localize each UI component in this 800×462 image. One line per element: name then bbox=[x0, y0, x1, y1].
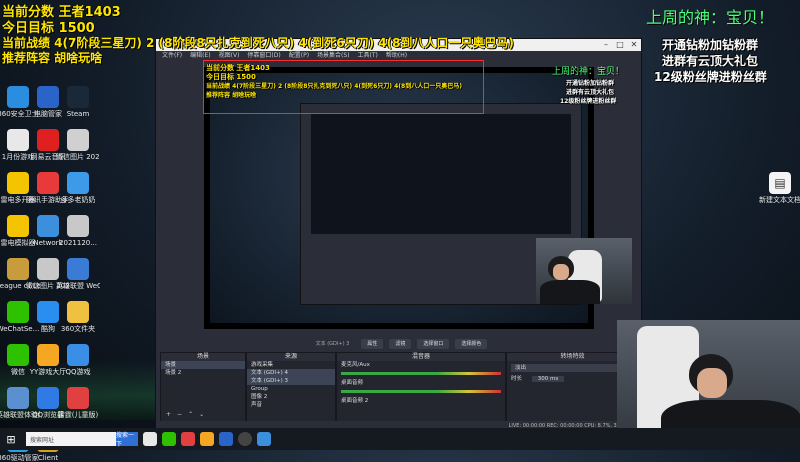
search-input[interactable]: 搜索网址 bbox=[26, 432, 116, 446]
close-icon[interactable]: ✕ bbox=[627, 39, 641, 51]
desktop-icon-label: 多多老奶奶 bbox=[60, 196, 96, 204]
scene-item[interactable]: 场景 2 bbox=[161, 369, 245, 377]
desktop-icon[interactable]: Steam bbox=[56, 86, 100, 118]
desktop-icon-label: 雷霆(儿童版) bbox=[57, 411, 99, 419]
app-icon[interactable] bbox=[257, 432, 271, 446]
recommend-text: 推荐阵容 胡啥玩啥 bbox=[2, 51, 103, 65]
scenes-dock: 场景 场景 场景 2 + − ⌃ ⌄ bbox=[160, 352, 246, 422]
desktop-icon-label: 2021120... bbox=[59, 239, 97, 247]
selected-source-label: 文本 (GDI+) 3 bbox=[315, 341, 350, 347]
text-file-icon[interactable]: ▤ 新建文本文档 bbox=[758, 172, 800, 204]
desktop-icon-label: 英雄联盟 WeGame版 bbox=[56, 282, 100, 290]
source-item[interactable]: 文本 (GDI+) 3 bbox=[247, 377, 335, 385]
desktop-icon[interactable]: QQ游戏 bbox=[56, 344, 100, 376]
webcam-small bbox=[536, 238, 632, 304]
source-item[interactable]: Group bbox=[247, 385, 335, 393]
audio-meter bbox=[341, 372, 501, 375]
audio-meter bbox=[341, 390, 501, 393]
preview-fan-line: 开通钻粉加钻粉群 bbox=[566, 80, 615, 87]
app-icon bbox=[67, 387, 89, 409]
image-file-icon bbox=[67, 215, 89, 237]
sources-dock: 来源 游戏采集 文本 (GDI+) 4 文本 (GDI+) 3 Group 图像… bbox=[246, 352, 336, 422]
preview-fan-line: 进群有云顶大礼包 bbox=[566, 89, 615, 96]
mixer-title: 混音器 bbox=[337, 353, 505, 361]
app-icon bbox=[67, 172, 89, 194]
source-item[interactable]: 图像 2 bbox=[247, 393, 335, 401]
fan-line: 进群有云顶大礼包 bbox=[662, 54, 759, 68]
preview-recommend-text: 推荐阵容 胡啥玩啥 bbox=[206, 92, 257, 99]
desktop-icon[interactable]: 2021120... bbox=[56, 215, 100, 247]
desktop-icon-label: QQ游戏 bbox=[65, 368, 91, 376]
obs-menu-item[interactable]: 文件(F) bbox=[162, 51, 182, 61]
wechat-icon[interactable] bbox=[162, 432, 176, 446]
duration-input[interactable]: 300 ms bbox=[531, 376, 565, 382]
god-text: 上周的神：宝贝！ bbox=[646, 8, 775, 27]
desktop-icon[interactable]: 微信图片 2022021... bbox=[56, 129, 100, 161]
desktop-icon-label: Steam bbox=[66, 110, 90, 118]
fan-line: 12级粉丝牌进粉丝群 bbox=[654, 70, 767, 84]
sources-title: 来源 bbox=[247, 353, 335, 361]
desktop-icon[interactable]: 360文件夹 bbox=[56, 301, 100, 333]
app-icon[interactable] bbox=[200, 432, 214, 446]
app-icon[interactable] bbox=[219, 432, 233, 446]
desktop-icon[interactable]: 雷霆(儿童版) bbox=[56, 387, 100, 419]
app-icon[interactable] bbox=[181, 432, 195, 446]
move-up-icon[interactable]: ⌃ bbox=[185, 411, 196, 418]
scene-item[interactable]: 场景 bbox=[161, 361, 245, 369]
remove-scene-button[interactable]: − bbox=[174, 411, 185, 418]
select-window-button[interactable]: 选择窗口 bbox=[417, 339, 450, 349]
steam-icon bbox=[67, 86, 89, 108]
source-item[interactable]: 声音 bbox=[247, 401, 335, 409]
move-down-icon[interactable]: ⌄ bbox=[196, 411, 207, 418]
scenes-title: 场景 bbox=[161, 353, 245, 361]
file-explorer-icon[interactable] bbox=[143, 432, 157, 446]
transition-select[interactable]: 淡出 bbox=[511, 364, 634, 372]
preview-god-text: 上周的神：宝贝！ bbox=[552, 67, 625, 77]
text-file-glyph: ▤ bbox=[769, 172, 791, 194]
properties-button[interactable]: 属性 bbox=[361, 339, 384, 349]
source-item[interactable]: 文本 (GDI+) 4 bbox=[247, 369, 335, 377]
nested-preview bbox=[311, 114, 571, 234]
add-scene-button[interactable]: + bbox=[163, 411, 174, 418]
duration-label: 时长 bbox=[511, 376, 523, 382]
filters-button[interactable]: 滤镜 bbox=[389, 339, 412, 349]
mixer-dock: 混音器 麦克风/Aux 桌面音频 桌面音频 2 bbox=[336, 352, 506, 422]
select-color-button[interactable]: 选择颜色 bbox=[455, 339, 488, 349]
folder-icon bbox=[67, 301, 89, 323]
minimize-icon[interactable]: – bbox=[599, 39, 613, 51]
search-button[interactable]: 搜索一下 bbox=[116, 432, 138, 448]
desktop-icon-label: 微信图片 2022021... bbox=[56, 153, 100, 161]
windows-start-icon[interactable]: ⊞ bbox=[0, 428, 22, 450]
desktop-icon-label: Client bbox=[37, 454, 59, 462]
wegame-lol-icon bbox=[67, 258, 89, 280]
preview-record-text: 当前战绩 4(7阶段三星刀) 2 (8阶段8只扎克到死八只) 4(到死6只刀) … bbox=[206, 83, 462, 90]
desktop-icon-label: 新建文本文档 bbox=[759, 196, 800, 204]
desktop-icon[interactable]: 英雄联盟 WeGame版 bbox=[56, 258, 100, 290]
qq-game-icon bbox=[67, 344, 89, 366]
obs-source-toolbar: 文本 (GDI+) 3 属性 滤镜 选择窗口 选择颜色 bbox=[156, 339, 641, 349]
taskbar: ⊞ 搜索网址 搜索一下 bbox=[0, 428, 800, 450]
obs-icon[interactable] bbox=[238, 432, 252, 446]
desktop-icon-label: 360文件夹 bbox=[60, 325, 96, 333]
fan-line: 开通钻粉加钻粉群 bbox=[662, 38, 759, 52]
preview-fan-line: 12级粉丝牌进粉丝群 bbox=[560, 98, 617, 105]
maximize-icon[interactable]: □ bbox=[613, 39, 627, 51]
mixer-channel-label: 桌面音频 bbox=[341, 380, 364, 386]
desktop-icon[interactable]: 多多老奶奶 bbox=[56, 172, 100, 204]
mixer-channel-label: 麦克风/Aux bbox=[341, 362, 370, 368]
mixer-channel-label: 桌面音频 2 bbox=[341, 398, 369, 404]
source-item[interactable]: 游戏采集 bbox=[247, 361, 335, 369]
image-file-icon bbox=[67, 129, 89, 151]
